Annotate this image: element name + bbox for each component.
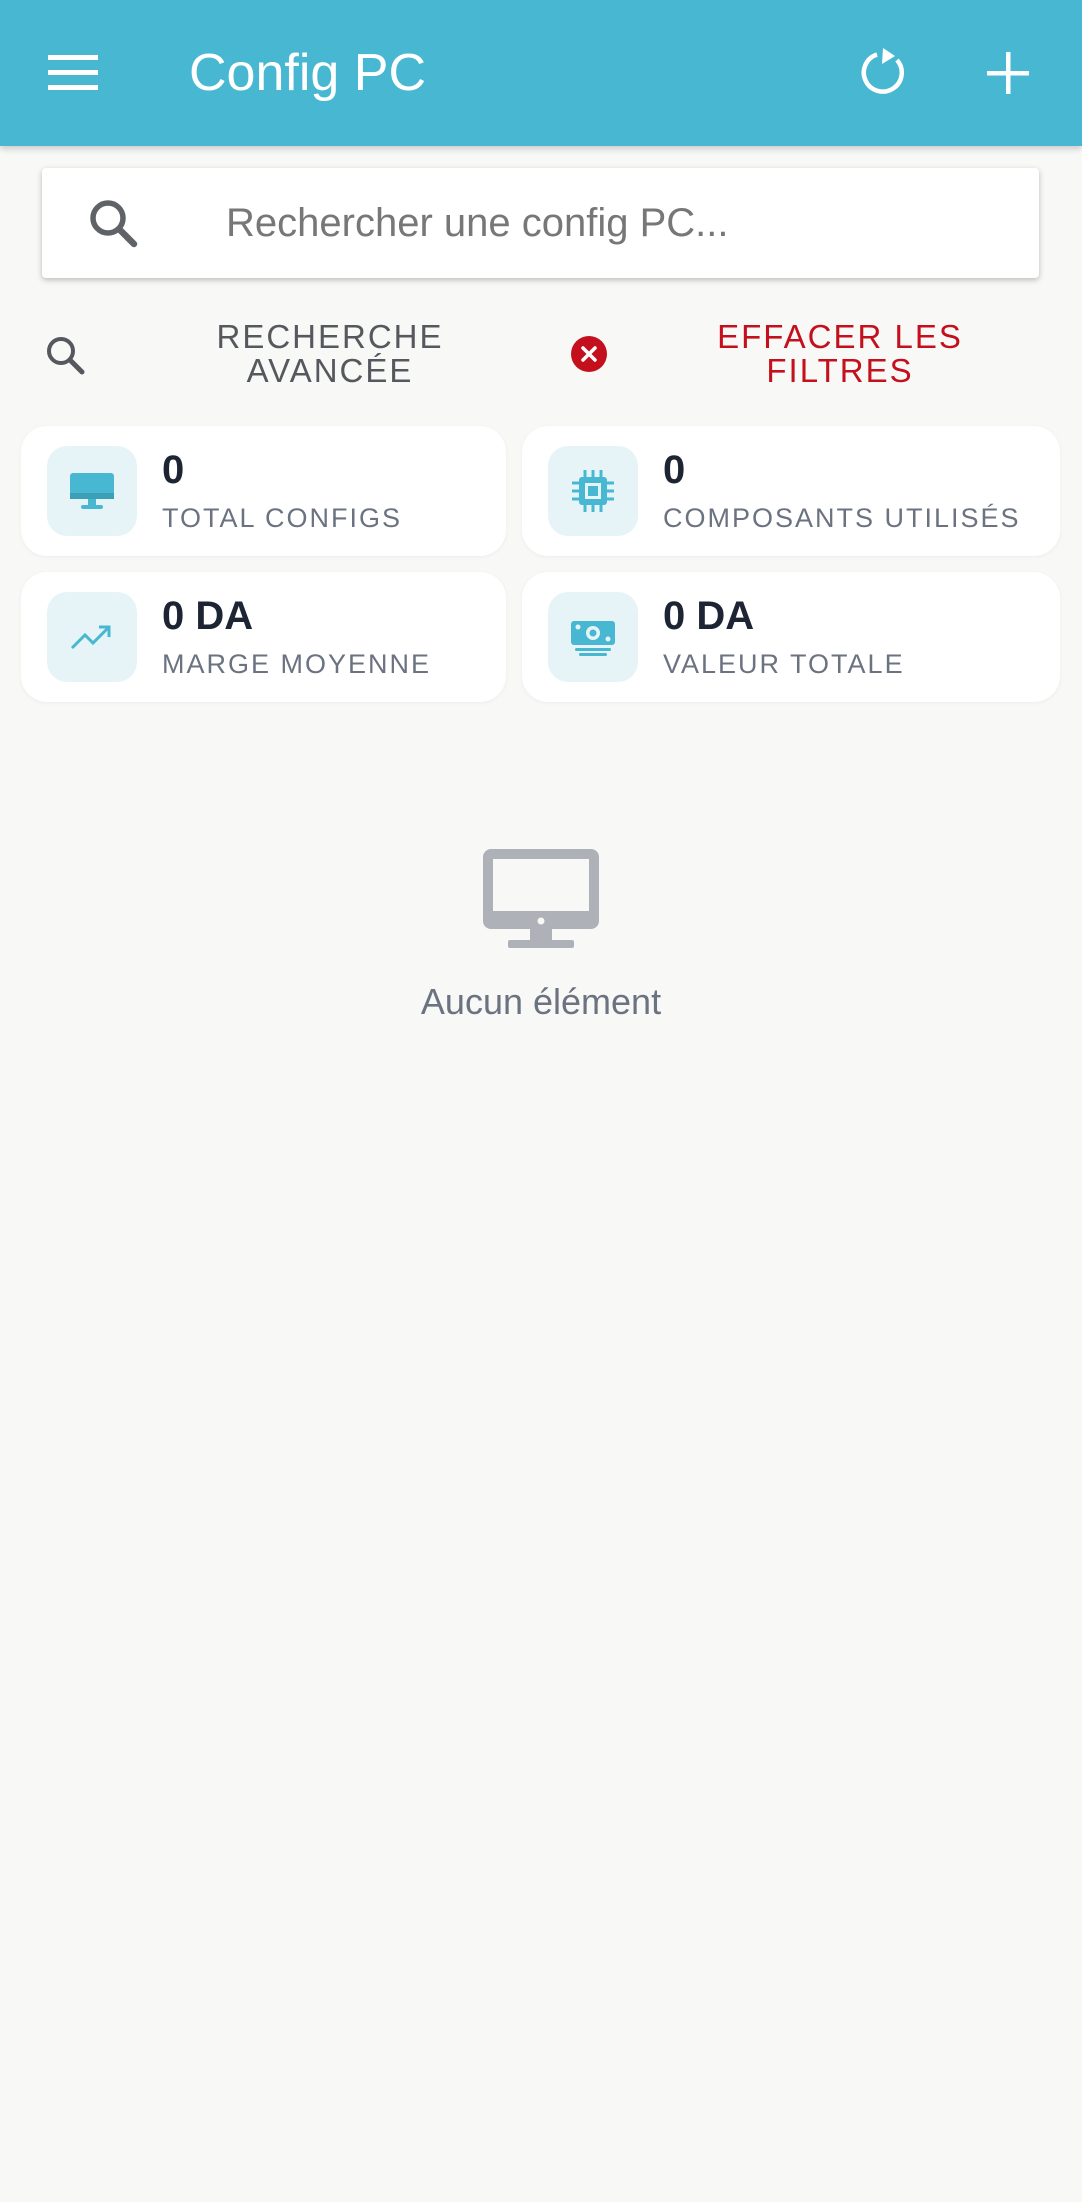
- menu-icon: [48, 55, 98, 90]
- stat-card-total-configs: 0 TOTAL CONFIGS: [21, 426, 506, 556]
- stat-icon-box: [47, 446, 137, 536]
- stat-label: TOTAL CONFIGS: [162, 503, 403, 533]
- stat-icon-box: [548, 592, 638, 682]
- clear-filters-button[interactable]: EFFACER LES FILTRES: [550, 314, 1050, 394]
- refresh-button[interactable]: [840, 33, 924, 113]
- empty-state-text: Aucun élément: [420, 981, 662, 1022]
- menu-button[interactable]: [32, 33, 116, 113]
- stat-icon-box: [548, 446, 638, 536]
- stat-label: VALEUR TOTALE: [663, 649, 905, 679]
- stat-label: MARGE MOYENNE: [162, 649, 432, 679]
- money-icon: [571, 621, 615, 656]
- stat-card-components-used: 0 COMPOSANTS UTILISÉS: [522, 426, 1060, 556]
- stat-value: 0: [162, 448, 185, 492]
- stat-value: 0 DA: [162, 594, 254, 638]
- stat-value: 0 DA: [663, 594, 755, 638]
- app-bar: Config PC: [0, 0, 1082, 146]
- add-button[interactable]: [966, 33, 1050, 113]
- stat-value: 0: [663, 448, 686, 492]
- refresh-icon: [861, 48, 905, 94]
- desktop-icon: [483, 849, 599, 948]
- advanced-search-label: RECHERCHE AVANCÉE: [216, 318, 444, 389]
- stat-card-average-margin: 0 DA MARGE MOYENNE: [21, 572, 506, 702]
- search-icon: [90, 200, 138, 248]
- stat-card-total-value: 0 DA VALEUR TOTALE: [522, 572, 1060, 702]
- stat-label: COMPOSANTS UTILISÉS: [663, 503, 1021, 533]
- desktop-icon: [70, 473, 114, 509]
- clear-filters-label: EFFACER LES FILTRES: [717, 318, 963, 389]
- search-bar: [42, 168, 1039, 278]
- search-icon: [47, 337, 85, 375]
- advanced-search-button[interactable]: RECHERCHE AVANCÉE: [30, 314, 510, 394]
- stat-icon-box: [47, 592, 137, 682]
- chip-icon: [572, 470, 614, 512]
- trending-up-icon: [70, 625, 111, 650]
- page-title: Config PC: [189, 44, 426, 102]
- search-input[interactable]: [226, 188, 1006, 258]
- add-icon: [987, 52, 1029, 94]
- close-circle-icon: [571, 336, 607, 372]
